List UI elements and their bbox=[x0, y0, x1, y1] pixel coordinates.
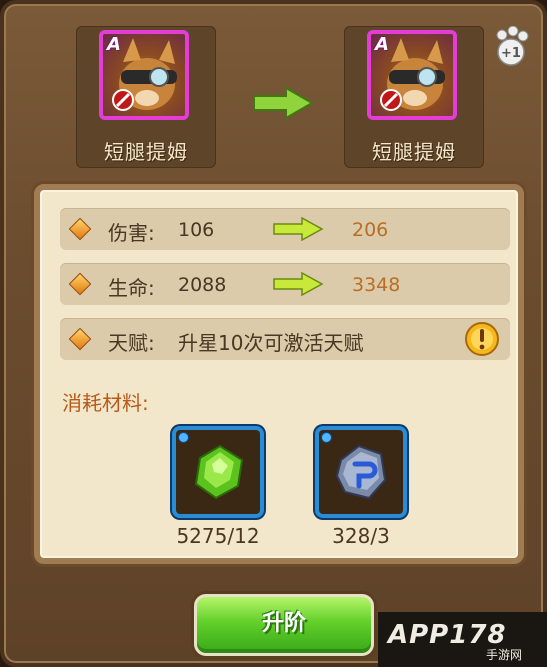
hero-name-after: 短腿提姆 bbox=[372, 140, 456, 164]
site-watermark: APP178 手游网 bbox=[378, 612, 547, 667]
talent-description: 升星10次可激活天赋 bbox=[178, 331, 364, 355]
watermark-subtext: 手游网 bbox=[486, 648, 523, 662]
green-gem-icon bbox=[194, 444, 244, 500]
material-count: 328/3 bbox=[332, 524, 390, 548]
material-slot-green-gem[interactable] bbox=[172, 426, 264, 518]
materials-title: 消耗材料: bbox=[62, 391, 149, 415]
stat-row-damage: 伤害: 106 206 bbox=[60, 208, 510, 250]
stat-current-value: 2088 bbox=[178, 274, 227, 296]
material-slot-blue-rune-stone[interactable] bbox=[315, 426, 407, 518]
upgrade-rank-button[interactable]: 升阶 bbox=[194, 594, 374, 656]
rarity-badge: A bbox=[107, 34, 121, 55]
upgrade-panel: A 短腿提姆 A 短腿提姆 +1 伤害: 106 206 生命: 2088 33… bbox=[0, 0, 547, 667]
stat-row-talent: 天赋: 升星10次可激活天赋 bbox=[60, 318, 510, 360]
blue-rune-stone-icon bbox=[335, 444, 387, 500]
hero-card-before: A 短腿提姆 bbox=[76, 26, 216, 168]
hero-name-before: 短腿提姆 bbox=[104, 140, 188, 164]
exclamation-info-icon[interactable] bbox=[464, 321, 500, 357]
diamond-bullet-icon bbox=[68, 217, 92, 241]
hero-portrait-before[interactable]: A bbox=[99, 30, 189, 120]
stats-panel: 伤害: 106 206 生命: 2088 3348 天赋: 升星10次可激活天赋 bbox=[34, 184, 524, 564]
hero-card-after: A 短腿提姆 bbox=[344, 26, 484, 168]
stat-next-value: 206 bbox=[352, 219, 389, 241]
stat-label: 生命: bbox=[108, 276, 155, 300]
arrow-right-icon bbox=[273, 217, 324, 241]
diamond-bullet-icon bbox=[68, 327, 92, 351]
hero-portrait-after[interactable]: A bbox=[367, 30, 457, 120]
stat-row-health: 生命: 2088 3348 bbox=[60, 263, 510, 305]
stat-label: 天赋: bbox=[108, 331, 155, 355]
material-count: 5275/12 bbox=[176, 524, 260, 548]
stat-label: 伤害: bbox=[108, 221, 155, 245]
rarity-badge: A bbox=[375, 34, 389, 55]
arrow-right-icon bbox=[273, 272, 324, 296]
plus-one-text: +1 bbox=[501, 46, 521, 61]
diamond-bullet-icon bbox=[68, 272, 92, 296]
paw-plus-one-badge[interactable]: +1 bbox=[491, 26, 531, 66]
stat-next-value: 3348 bbox=[352, 274, 401, 296]
stat-current-value: 106 bbox=[178, 219, 215, 241]
arrow-right-icon bbox=[253, 86, 314, 120]
